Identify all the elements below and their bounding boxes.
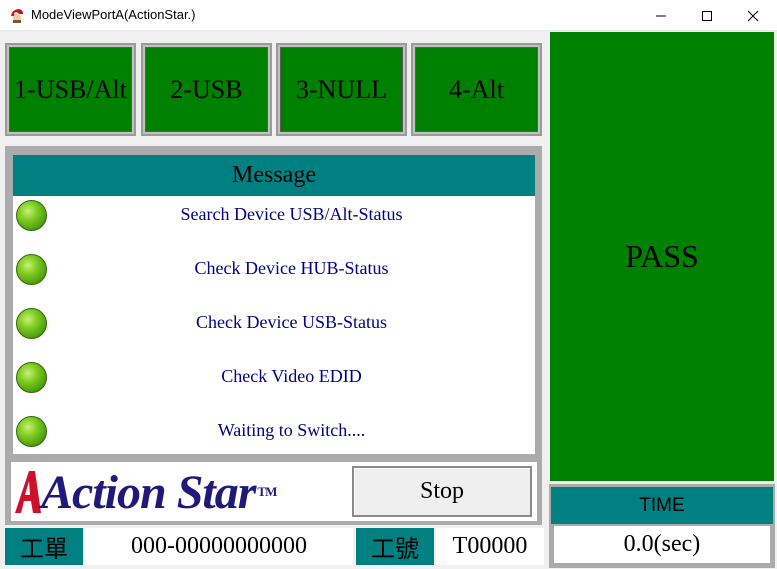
port-tile-4: 4-Alt — [411, 43, 542, 136]
maximize-icon — [702, 10, 712, 21]
minimize-icon — [656, 15, 666, 16]
time-value: 0.0(sec) — [554, 526, 770, 563]
close-icon — [747, 10, 759, 21]
maximize-button[interactable] — [684, 0, 730, 31]
port-label-3: 3-NULL — [280, 47, 403, 132]
message-line: Waiting to Switch.... — [217, 420, 366, 440]
minimize-button[interactable] — [638, 0, 684, 31]
status-led-icon — [16, 308, 47, 339]
status-led-icon — [16, 200, 47, 231]
logo-a-icon — [15, 471, 41, 513]
status-led-icon — [16, 254, 47, 285]
work-order-field: 000-00000000000 — [85, 528, 353, 565]
action-star-logo: Action Star TM — [13, 460, 277, 524]
port-tile-3: 3-NULL — [276, 43, 407, 136]
port-tile-1: 1-USB/Alt — [5, 43, 136, 136]
message-line: Search Device USB/Alt-Status — [180, 204, 403, 224]
status-led-icon — [16, 362, 47, 393]
message-line: Check Device USB-Status — [196, 312, 387, 332]
operator-label: 工號 — [356, 528, 434, 565]
stop-button[interactable]: Stop — [352, 466, 532, 517]
work-order-label: 工單 — [5, 528, 83, 565]
result-text: PASS — [625, 238, 699, 274]
port-label-1: 1-USB/Alt — [9, 47, 132, 132]
message-line: Check Video EDID — [221, 366, 362, 386]
logo-text: Action Star — [41, 465, 256, 519]
message-header: Message — [13, 155, 535, 196]
app-icon — [9, 7, 25, 23]
operator-field: T00000 — [436, 528, 544, 565]
logo-tm: TM — [257, 484, 277, 499]
port-label-4: 4-Alt — [415, 47, 538, 132]
port-label-2: 2-USB — [145, 47, 268, 132]
message-line: Check Device HUB-Status — [194, 258, 389, 278]
status-led-icon — [16, 416, 47, 447]
result-panel: PASS — [550, 32, 774, 481]
message-panel — [13, 155, 535, 454]
window-title: ModeViewPortA(ActionStar.) — [31, 7, 196, 22]
port-tile-2: 2-USB — [141, 43, 272, 136]
time-label: TIME — [551, 487, 773, 524]
close-button[interactable] — [730, 0, 776, 31]
